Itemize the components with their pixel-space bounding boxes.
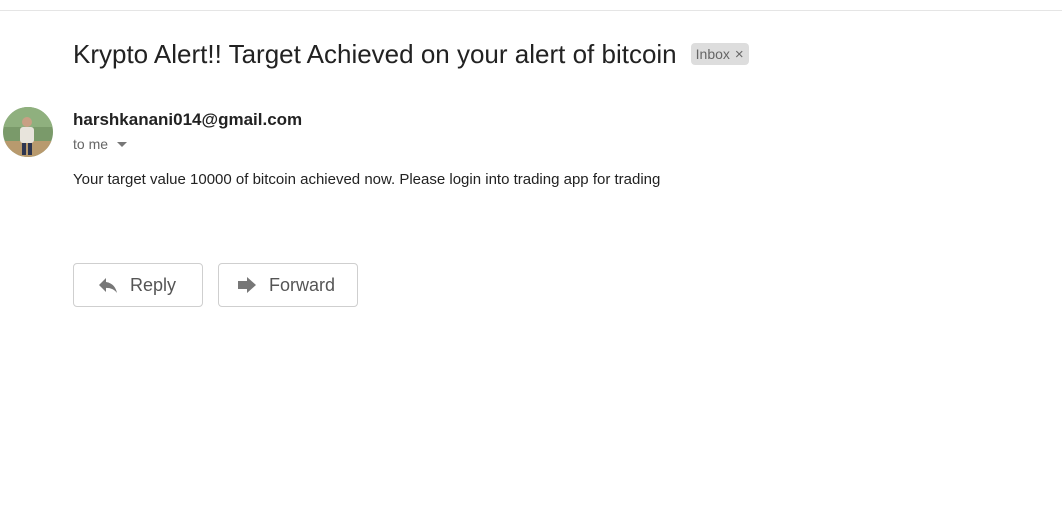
reply-label: Reply xyxy=(130,274,177,295)
email-subject: Krypto Alert!! Target Achieved on your a… xyxy=(73,39,677,69)
sender-block: harshkanani014@gmail.com to me xyxy=(73,108,302,154)
avatar[interactable] xyxy=(3,107,53,157)
top-divider xyxy=(0,10,1062,11)
forward-button[interactable]: Forward xyxy=(218,263,358,307)
inbox-label-text: Inbox xyxy=(695,46,730,62)
remove-label-icon[interactable]: × xyxy=(735,46,744,63)
chevron-down-icon[interactable] xyxy=(117,141,128,147)
reply-button[interactable]: Reply xyxy=(73,263,203,307)
recipient-line: to me xyxy=(73,136,109,152)
reply-icon xyxy=(96,273,120,297)
subject-row: Krypto Alert!! Target Achieved on your a… xyxy=(73,36,749,72)
recipient-details-toggle[interactable]: to me xyxy=(73,134,302,154)
email-view: Krypto Alert!! Target Achieved on your a… xyxy=(0,0,1062,512)
forward-label: Forward xyxy=(269,274,336,295)
email-body: Your target value 10000 of bitcoin achie… xyxy=(73,171,661,188)
forward-icon xyxy=(235,273,259,297)
sender-email[interactable]: harshkanani014@gmail.com xyxy=(73,108,302,132)
avatar-image xyxy=(3,107,53,157)
inbox-label-chip[interactable]: Inbox × xyxy=(690,43,749,65)
